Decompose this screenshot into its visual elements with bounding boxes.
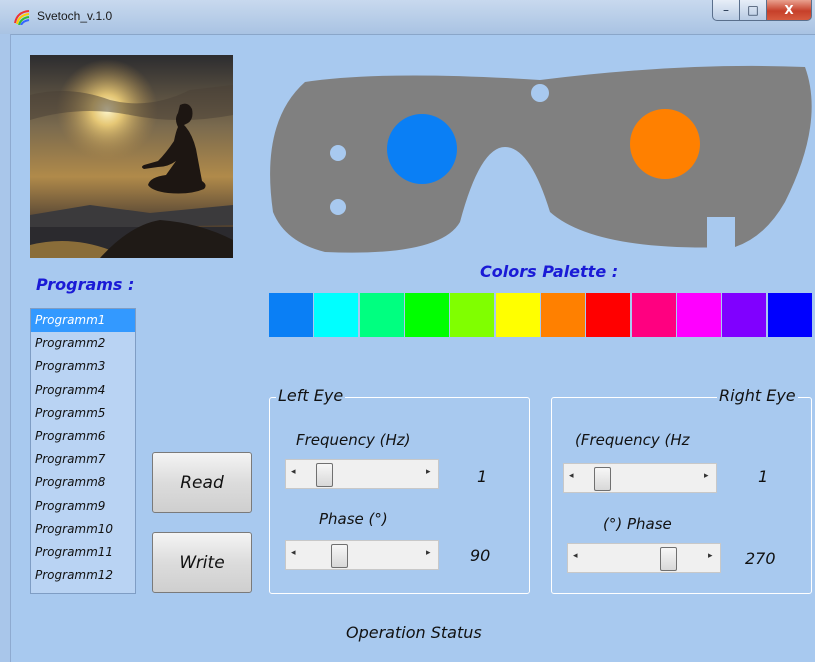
program-list-item[interactable]: Programm12 — [31, 564, 135, 587]
palette-swatch[interactable] — [450, 293, 495, 337]
left-frequency-label: Frequency (Hz) — [296, 431, 411, 449]
left-frequency-value: 1 — [477, 467, 488, 486]
read-button[interactable]: Read — [152, 452, 252, 513]
operation-status-label: Operation Status — [346, 623, 482, 642]
left-led-indicator — [387, 114, 457, 184]
right-led-indicator — [630, 109, 700, 179]
left-frequency-slider[interactable]: ◂ ▸ — [285, 459, 439, 489]
program-list-item[interactable]: Programm5 — [31, 402, 135, 425]
program-list-item[interactable]: Programm11 — [31, 541, 135, 564]
palette-swatch[interactable] — [586, 293, 631, 337]
left-phase-label: Phase (°) — [319, 510, 388, 528]
left-phase-value: 90 — [470, 546, 491, 565]
palette-swatch[interactable] — [359, 293, 404, 337]
maximize-button[interactable]: □ — [739, 0, 767, 21]
program-listbox[interactable]: Programm1 Programm2 Programm3 Programm4 Prog… — [30, 308, 136, 594]
goggles-illustration — [270, 65, 812, 257]
left-eye-title: Left Eye — [276, 386, 346, 405]
slider-thumb[interactable] — [660, 547, 677, 571]
window-title: Svetoch_v.1.0 — [37, 9, 113, 23]
program-list-item[interactable]: Programm1 — [31, 309, 135, 333]
minimize-button[interactable]: – — [712, 0, 740, 21]
program-list-item[interactable]: Programm7 — [31, 448, 135, 471]
program-list-item[interactable]: Programm10 — [31, 518, 135, 541]
meditation-photo — [30, 55, 233, 258]
right-frequency-label: (Frequency (Hz — [575, 431, 690, 449]
right-eye-title: Right Eye — [717, 386, 798, 405]
slider-right-arrow-icon[interactable]: ▸ — [704, 471, 709, 481]
slider-thumb[interactable] — [594, 467, 611, 491]
slider-left-arrow-icon[interactable]: ◂ — [291, 467, 296, 477]
slider-left-arrow-icon[interactable]: ◂ — [569, 471, 574, 481]
write-button[interactable]: Write — [152, 532, 252, 593]
program-list-item[interactable]: Programm3 — [31, 355, 135, 378]
right-phase-label: (°) Phase — [603, 515, 672, 533]
slider-left-arrow-icon[interactable]: ◂ — [573, 551, 578, 561]
slider-right-arrow-icon[interactable]: ▸ — [426, 467, 431, 477]
title-bar[interactable]: Svetoch_v.1.0 – □ X — [0, 0, 815, 35]
slider-thumb[interactable] — [331, 544, 348, 568]
palette-swatch[interactable] — [676, 293, 721, 337]
app-window: Svetoch_v.1.0 – □ X Programs: Programm1… — [0, 0, 815, 662]
program-list-item[interactable]: Programm2 — [31, 332, 135, 355]
slider-thumb[interactable] — [316, 463, 333, 487]
colors-palette-label: Colors Palette : — [480, 262, 619, 281]
left-phase-slider[interactable]: ◂ ▸ — [285, 540, 439, 570]
program-list-item[interactable]: Programm4 — [31, 379, 135, 402]
programs-label: Programs : — [36, 275, 135, 294]
window-border — [0, 34, 11, 662]
palette-swatch[interactable] — [404, 293, 449, 337]
right-frequency-value: 1 — [758, 467, 769, 486]
slider-right-arrow-icon[interactable]: ▸ — [708, 551, 713, 561]
palette-swatch[interactable] — [314, 293, 359, 337]
rainbow-app-icon — [14, 10, 30, 25]
close-button[interactable]: X — [766, 0, 812, 21]
palette-swatch[interactable] — [495, 293, 540, 337]
palette-swatch[interactable] — [631, 293, 676, 337]
right-frequency-slider[interactable]: ◂ ▸ — [563, 463, 717, 493]
right-phase-slider[interactable]: ◂ ▸ — [567, 543, 721, 573]
program-list-item[interactable]: Programm9 — [31, 495, 135, 518]
slider-left-arrow-icon[interactable]: ◂ — [291, 548, 296, 558]
program-list-item[interactable]: Programm8 — [31, 471, 135, 494]
palette-swatch[interactable] — [767, 293, 812, 337]
color-palette — [269, 293, 813, 337]
palette-swatch[interactable] — [722, 293, 767, 337]
right-phase-value: 270 — [745, 549, 776, 568]
palette-swatch[interactable] — [269, 293, 313, 337]
palette-swatch[interactable] — [540, 293, 585, 337]
program-list-item[interactable]: Programm6 — [31, 425, 135, 448]
slider-right-arrow-icon[interactable]: ▸ — [426, 548, 431, 558]
